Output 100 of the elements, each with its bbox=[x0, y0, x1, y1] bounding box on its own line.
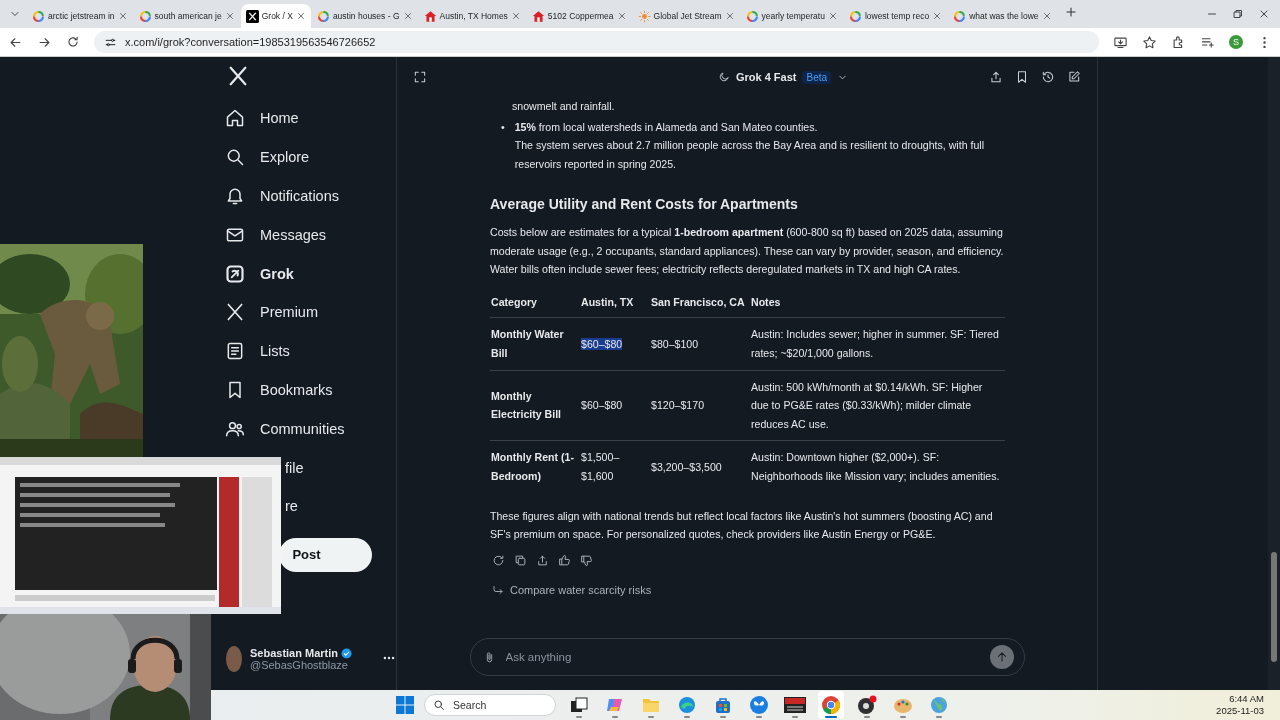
nav-item[interactable]: Grok bbox=[260, 265, 294, 282]
bullet-marker: • bbox=[501, 119, 505, 135]
nav-item[interactable]: Explore bbox=[260, 149, 310, 166]
moon-icon bbox=[717, 71, 730, 83]
star-icon bbox=[1142, 34, 1157, 50]
grok-icon bbox=[225, 263, 245, 284]
colored-ring-icon bbox=[848, 9, 862, 23]
table-cell: $60–$80 bbox=[581, 337, 623, 350]
close-icon bbox=[724, 11, 735, 21]
close-icon bbox=[1041, 11, 1052, 21]
share-icon bbox=[989, 70, 1003, 84]
table-cell: Monthly Rent (1-Bedroom) bbox=[491, 451, 574, 482]
nav-item[interactable]: Messages bbox=[260, 226, 327, 243]
browser-tab[interactable]: what was the lowe bbox=[948, 4, 1057, 28]
answer-text: The system serves about 2.7 million people across the Bay Area and is resilient to droughts, with full reservoirs reported in spring 2025. bbox=[514, 138, 986, 172]
table-cell: $80–$100 bbox=[651, 337, 699, 350]
sun-icon bbox=[637, 9, 651, 23]
send-button[interactable] bbox=[989, 645, 1014, 669]
address-bar[interactable]: x.com/i/grok?conversation=1985319563546726652 bbox=[94, 31, 1099, 53]
house-icon bbox=[423, 9, 437, 23]
suggestion-link[interactable]: Compare water scarcity risks bbox=[492, 580, 1005, 600]
colored-ring-icon bbox=[953, 9, 967, 23]
browser-tab[interactable]: yearly temperatu bbox=[740, 4, 843, 28]
close-icon bbox=[117, 11, 128, 21]
x-icon bbox=[225, 302, 245, 323]
table-cell: Austin: 500 kWh/month at $0.14/kWh. SF: Higher due to PG&E rates ($0.33/kWh); milder climate reduces AC use. bbox=[751, 380, 983, 430]
close-icon bbox=[295, 11, 306, 21]
browser-tab[interactable]: arctic jetstream in bbox=[27, 4, 133, 28]
table-cell: Monthly Electricity Bill bbox=[491, 389, 562, 421]
colored-ring-icon bbox=[32, 9, 45, 23]
install-icon bbox=[1113, 34, 1128, 50]
table-cell: Austin: Downtown higher ($2,000+). SF: Neighborhoods like Mission vary; includes amenities. bbox=[751, 451, 1000, 482]
close-icon bbox=[402, 11, 413, 21]
arrow-icon bbox=[492, 584, 504, 596]
column-header: Notes bbox=[750, 288, 1005, 318]
table-cell: $120–$170 bbox=[651, 399, 705, 412]
table-cell: $60–$80 bbox=[581, 399, 623, 412]
restore-icon bbox=[1232, 8, 1244, 20]
nav-item[interactable]: Home bbox=[260, 110, 299, 127]
history-icon bbox=[1041, 70, 1055, 84]
regenerate-icon bbox=[492, 553, 505, 567]
table-cell: Monthly Water Bill bbox=[491, 328, 564, 359]
x-icon bbox=[245, 9, 259, 23]
nav-item[interactable]: Premium bbox=[260, 304, 318, 321]
browser-tab[interactable]: Austin, TX Homes bbox=[418, 4, 526, 28]
composer-bar[interactable]: Ask anything bbox=[469, 638, 1025, 676]
thumbs-down-icon bbox=[580, 553, 593, 567]
close-icon bbox=[1258, 8, 1270, 20]
url-text: x.com/i/grok?conversation=1985319563546726652 bbox=[125, 36, 376, 48]
taskbar-search-field[interactable]: Search bbox=[451, 698, 535, 712]
copy-icon bbox=[514, 553, 527, 567]
column-header: Category bbox=[490, 288, 580, 318]
section-heading: Average Utility and Rent Costs for Apartments bbox=[490, 195, 799, 214]
expand-icon bbox=[413, 70, 427, 84]
colored-ring-icon bbox=[316, 9, 330, 23]
browser-tab[interactable]: south american je bbox=[133, 4, 240, 28]
close-icon bbox=[224, 11, 235, 21]
browser-tab[interactable]: austin houses - G bbox=[311, 4, 418, 28]
share-icon bbox=[536, 553, 549, 567]
beta-badge: Beta bbox=[802, 70, 832, 84]
clock-time: 6:44 AM bbox=[1229, 693, 1264, 705]
profile-avatar[interactable]: S bbox=[1229, 35, 1243, 49]
close-icon bbox=[510, 11, 521, 21]
post-button[interactable]: Post bbox=[279, 537, 372, 572]
bullet-item: 15% from local watersheds in Alameda and San Mateo counties. bbox=[514, 119, 819, 135]
browser-tab[interactable]: Grok / X bbox=[240, 4, 311, 28]
colored-ring-icon bbox=[138, 9, 152, 23]
answer-paragraph: These figures align with national trends but reflect local factors like Austin's hot summers (boosting AC) and SF's premium on space. For personalized quotes, check providers like Austin Energy or PG&E. bbox=[490, 508, 994, 543]
user-name: Sebastian Martin bbox=[249, 647, 338, 659]
browser-tab[interactable]: lowest temp reco bbox=[843, 4, 948, 28]
nav-item[interactable]: Notifications bbox=[260, 188, 339, 204]
house-icon bbox=[531, 9, 545, 23]
browser-tab[interactable]: Global Jet Stream bbox=[632, 4, 740, 28]
table-cell: $1,500–$1,600 bbox=[581, 451, 620, 482]
list-icon bbox=[225, 341, 245, 362]
ask-input-field[interactable]: Ask anything bbox=[503, 650, 982, 664]
user-avatar[interactable] bbox=[226, 646, 242, 672]
thumbs-up-icon bbox=[558, 553, 571, 567]
table-cell: Austin: Includes sewer; higher in summer. SF: Tiered rates; ~$20/1,000 gallons. bbox=[751, 328, 999, 359]
column-header: San Francisco, CA bbox=[650, 288, 750, 318]
colored-ring-icon bbox=[745, 9, 759, 23]
nav-item[interactable]: re bbox=[285, 498, 298, 515]
close-icon bbox=[616, 11, 627, 21]
answer-paragraph: Costs below are estimates for a typical 1-bedroom apartment (600-800 sq ft) based on 2025 data, assuming moderate usage (e.g., 2 occupants, standard appliances). These can vary by provider, season, and efficiency. Water bills often include sewer fees; electricity reflects deregulated markets in TX and high CA rates. bbox=[490, 224, 1005, 278]
search-icon bbox=[225, 147, 245, 168]
browser-tab[interactable]: 5102 Coppermea bbox=[526, 4, 632, 28]
model-selector[interactable]: Grok 4 Fast bbox=[735, 71, 797, 83]
search-icon bbox=[433, 699, 445, 711]
nav-item[interactable]: Communities bbox=[260, 420, 345, 437]
nav-item[interactable]: Lists bbox=[260, 343, 290, 360]
x-logo-icon bbox=[227, 65, 249, 87]
user-handle: @SebasGhostblaze bbox=[249, 659, 349, 671]
nav-item[interactable]: Bookmarks bbox=[260, 381, 333, 398]
nav-item[interactable]: file bbox=[285, 459, 304, 476]
home-icon bbox=[225, 108, 245, 129]
reload-icon bbox=[66, 35, 80, 49]
search-box[interactable]: Search bbox=[424, 694, 556, 716]
windows-start-icon[interactable] bbox=[396, 696, 414, 714]
column-header: Austin, TX bbox=[580, 288, 650, 318]
answer-text: snowmelt and rainfall. bbox=[511, 99, 616, 114]
